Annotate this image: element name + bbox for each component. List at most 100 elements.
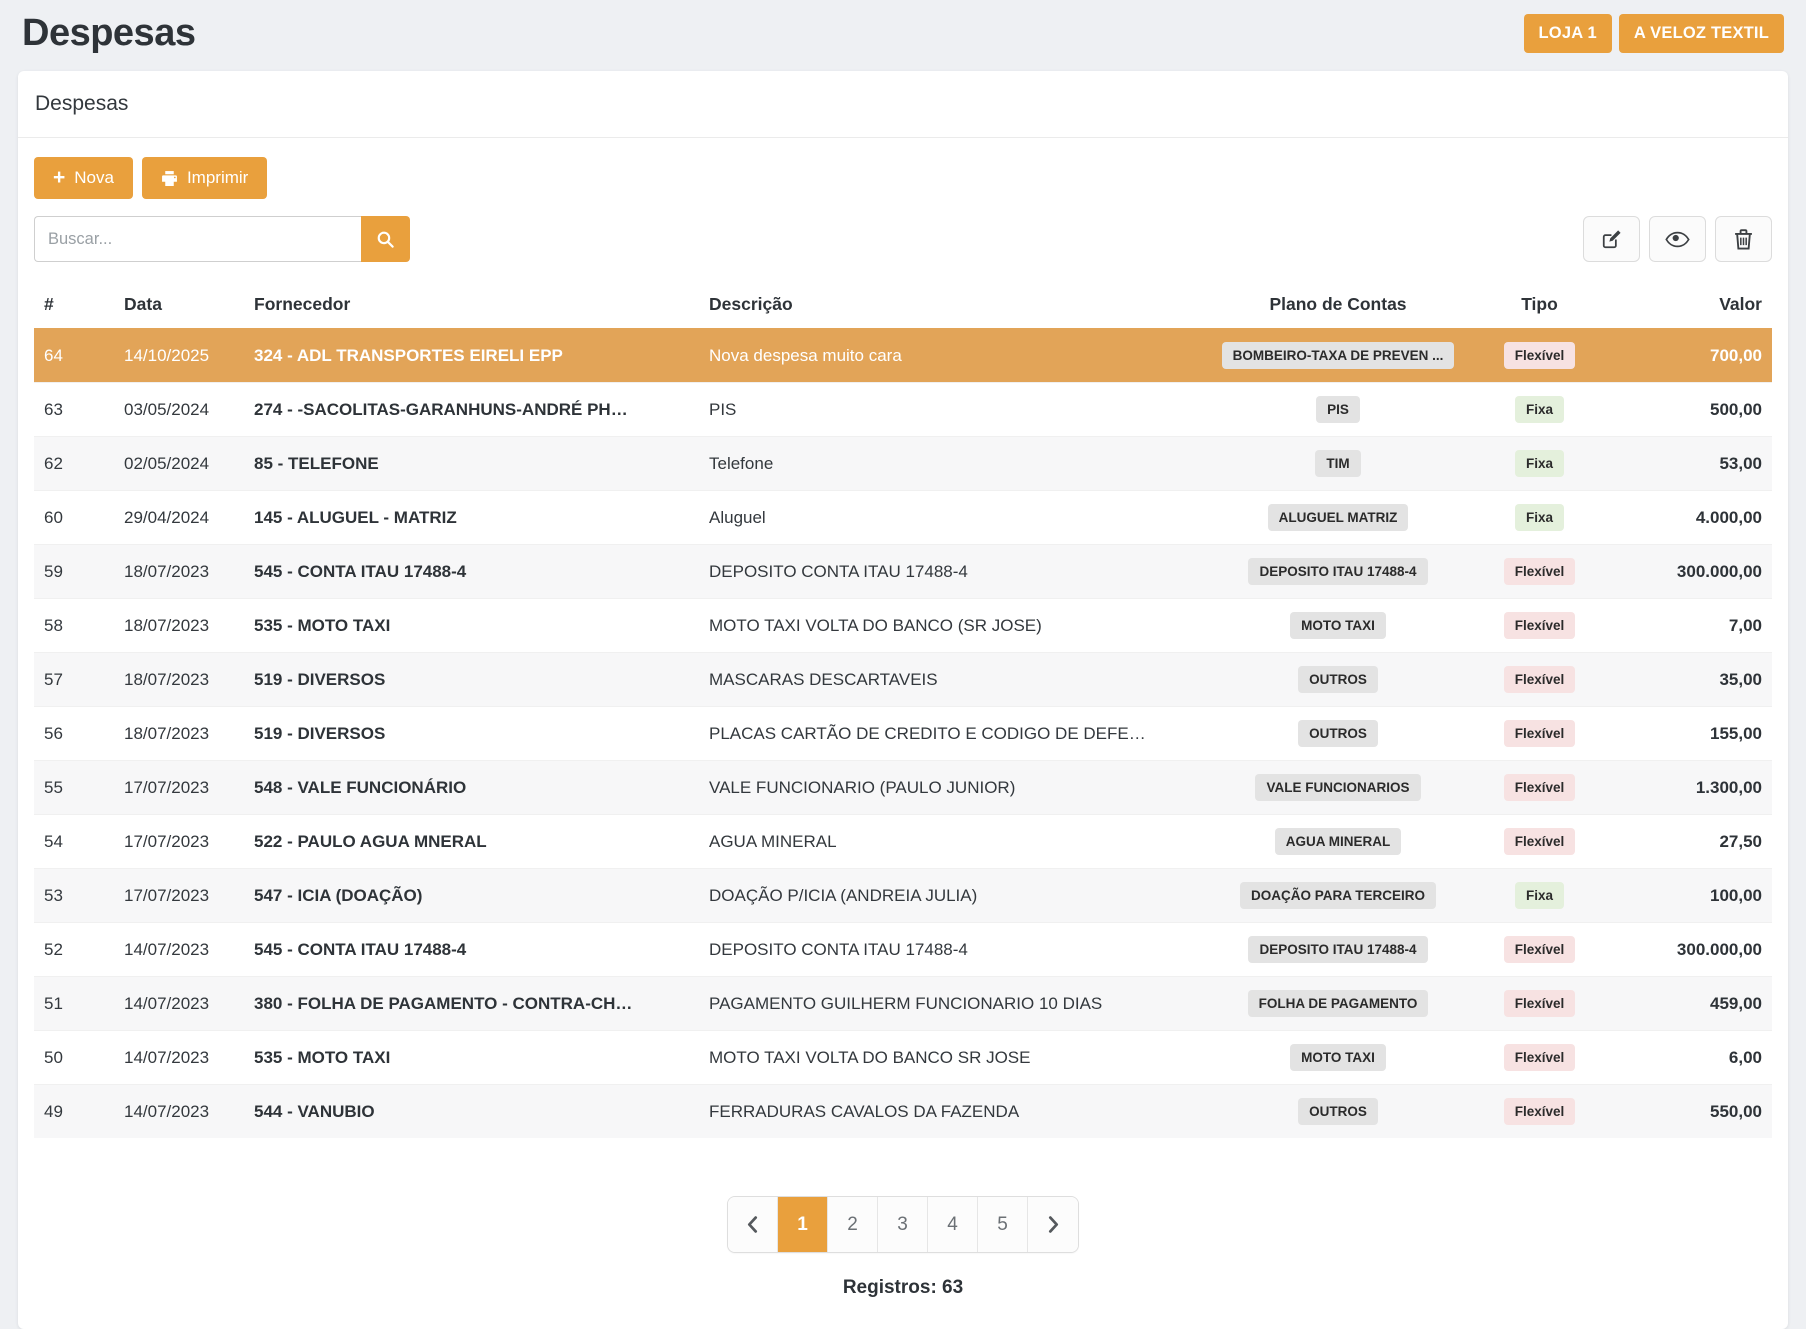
- type-badge: Flexível: [1504, 558, 1576, 585]
- pagination-next-button[interactable]: [1028, 1197, 1078, 1252]
- row-supplier: 535 - MOTO TAXI: [244, 1031, 699, 1085]
- type-badge: Flexível: [1504, 828, 1576, 855]
- table-row[interactable]: 55 17/07/2023 548 - VALE FUNCIONÁRIO VAL…: [34, 761, 1772, 815]
- column-header-description: Descrição: [699, 286, 1204, 329]
- row-id: 62: [34, 437, 114, 491]
- table-header: # Data Fornecedor Descrição Plano de Con…: [34, 286, 1772, 329]
- row-supplier: 85 - TELEFONE: [244, 437, 699, 491]
- row-date: 18/07/2023: [114, 707, 244, 761]
- row-date: 14/07/2023: [114, 977, 244, 1031]
- plan-badge: ALUGUEL MATRIZ: [1268, 504, 1409, 531]
- row-id: 59: [34, 545, 114, 599]
- row-id: 60: [34, 491, 114, 545]
- row-value: 100,00: [1607, 869, 1772, 923]
- row-description: DOAÇÃO P/ICIA (ANDREIA JULIA): [699, 869, 1204, 923]
- eye-icon: [1665, 231, 1690, 248]
- row-date: 17/07/2023: [114, 815, 244, 869]
- row-value: 700,00: [1607, 329, 1772, 383]
- row-description: DEPOSITO CONTA ITAU 17488-4: [699, 545, 1204, 599]
- edit-button[interactable]: [1583, 216, 1640, 262]
- delete-button[interactable]: [1715, 216, 1772, 262]
- table-row[interactable]: 49 14/07/2023 544 - VANUBIO FERRADURAS C…: [34, 1085, 1772, 1139]
- plus-icon: +: [53, 171, 65, 185]
- row-description: PIS: [699, 383, 1204, 437]
- type-badge: Fixa: [1515, 450, 1564, 477]
- pagination-page-4[interactable]: 4: [928, 1197, 978, 1252]
- plan-badge: FOLHA DE PAGAMENTO: [1248, 990, 1429, 1017]
- column-header-supplier: Fornecedor: [244, 286, 699, 329]
- top-bar: Despesas LOJA 1 A VELOZ TEXTIL: [18, 0, 1788, 71]
- row-value: 155,00: [1607, 707, 1772, 761]
- type-badge: Flexível: [1504, 1098, 1576, 1125]
- row-description: MASCARAS DESCARTAVEIS: [699, 653, 1204, 707]
- type-badge: Flexível: [1504, 720, 1576, 747]
- row-value: 6,00: [1607, 1031, 1772, 1085]
- plan-badge: TIM: [1315, 450, 1360, 477]
- table-row[interactable]: 64 14/10/2025 324 - ADL TRANSPORTES EIRE…: [34, 329, 1772, 383]
- table-row[interactable]: 57 18/07/2023 519 - DIVERSOS MASCARAS DE…: [34, 653, 1772, 707]
- column-header-type: Tipo: [1472, 286, 1607, 329]
- table-row[interactable]: 50 14/07/2023 535 - MOTO TAXI MOTO TAXI …: [34, 1031, 1772, 1085]
- row-date: 29/04/2024: [114, 491, 244, 545]
- row-date: 14/07/2023: [114, 1085, 244, 1139]
- row-id: 54: [34, 815, 114, 869]
- trash-icon: [1734, 229, 1753, 250]
- row-description: FERRADURAS CAVALOS DA FAZENDA: [699, 1085, 1204, 1139]
- row-id: 52: [34, 923, 114, 977]
- search-icon: [376, 230, 395, 249]
- plan-badge: OUTROS: [1298, 1098, 1378, 1125]
- plan-badge: DEPOSITO ITAU 17488-4: [1248, 558, 1427, 585]
- records-count: Registros: 63: [34, 1277, 1772, 1299]
- table-row[interactable]: 59 18/07/2023 545 - CONTA ITAU 17488-4 D…: [34, 545, 1772, 599]
- store-button-company[interactable]: A VELOZ TEXTIL: [1619, 14, 1784, 53]
- store-button-loja1[interactable]: LOJA 1: [1524, 14, 1612, 53]
- table-row[interactable]: 53 17/07/2023 547 - ICIA (DOAÇÃO) DOAÇÃO…: [34, 869, 1772, 923]
- row-value: 500,00: [1607, 383, 1772, 437]
- row-id: 57: [34, 653, 114, 707]
- row-value: 459,00: [1607, 977, 1772, 1031]
- plan-badge: VALE FUNCIONARIOS: [1255, 774, 1420, 801]
- expenses-card: Despesas + Nova Imprimir: [18, 71, 1788, 1329]
- print-button[interactable]: Imprimir: [142, 157, 267, 199]
- table-row[interactable]: 60 29/04/2024 145 - ALUGUEL - MATRIZ Alu…: [34, 491, 1772, 545]
- row-supplier: 145 - ALUGUEL - MATRIZ: [244, 491, 699, 545]
- row-supplier: 522 - PAULO AGUA MNERAL: [244, 815, 699, 869]
- row-id: 49: [34, 1085, 114, 1139]
- search-group: [34, 216, 410, 262]
- row-supplier: 547 - ICIA (DOAÇÃO): [244, 869, 699, 923]
- type-badge: Flexível: [1504, 342, 1576, 369]
- table-row[interactable]: 52 14/07/2023 545 - CONTA ITAU 17488-4 D…: [34, 923, 1772, 977]
- row-supplier: 535 - MOTO TAXI: [244, 599, 699, 653]
- table-row[interactable]: 51 14/07/2023 380 - FOLHA DE PAGAMENTO -…: [34, 977, 1772, 1031]
- plan-badge: DEPOSITO ITAU 17488-4: [1248, 936, 1427, 963]
- row-value: 27,50: [1607, 815, 1772, 869]
- search-button[interactable]: [361, 216, 410, 262]
- table-row[interactable]: 54 17/07/2023 522 - PAULO AGUA MNERAL AG…: [34, 815, 1772, 869]
- plan-badge: OUTROS: [1298, 720, 1378, 747]
- row-id: 58: [34, 599, 114, 653]
- pagination-page-2[interactable]: 2: [828, 1197, 878, 1252]
- row-date: 17/07/2023: [114, 869, 244, 923]
- search-input[interactable]: [34, 216, 361, 262]
- row-description: Aluguel: [699, 491, 1204, 545]
- card-title: Despesas: [18, 71, 1788, 138]
- print-label: Imprimir: [187, 168, 248, 188]
- row-description: MOTO TAXI VOLTA DO BANCO (SR JOSE): [699, 599, 1204, 653]
- pagination-page-3[interactable]: 3: [878, 1197, 928, 1252]
- row-value: 1.300,00: [1607, 761, 1772, 815]
- table-row[interactable]: 63 03/05/2024 274 - -SACOLITAS-GARANHUNS…: [34, 383, 1772, 437]
- view-button[interactable]: [1649, 216, 1706, 262]
- plan-badge: OUTROS: [1298, 666, 1378, 693]
- row-id: 50: [34, 1031, 114, 1085]
- pagination-page-1[interactable]: 1: [778, 1197, 828, 1252]
- table-row[interactable]: 58 18/07/2023 535 - MOTO TAXI MOTO TAXI …: [34, 599, 1772, 653]
- new-expense-button[interactable]: + Nova: [34, 157, 133, 199]
- column-header-date: Data: [114, 286, 244, 329]
- row-value: 4.000,00: [1607, 491, 1772, 545]
- table-row[interactable]: 62 02/05/2024 85 - TELEFONE Telefone TIM…: [34, 437, 1772, 491]
- pagination: 12345: [727, 1196, 1079, 1253]
- type-badge: Flexível: [1504, 612, 1576, 639]
- table-row[interactable]: 56 18/07/2023 519 - DIVERSOS PLACAS CART…: [34, 707, 1772, 761]
- pagination-prev-button[interactable]: [728, 1197, 778, 1252]
- pagination-page-5[interactable]: 5: [978, 1197, 1028, 1252]
